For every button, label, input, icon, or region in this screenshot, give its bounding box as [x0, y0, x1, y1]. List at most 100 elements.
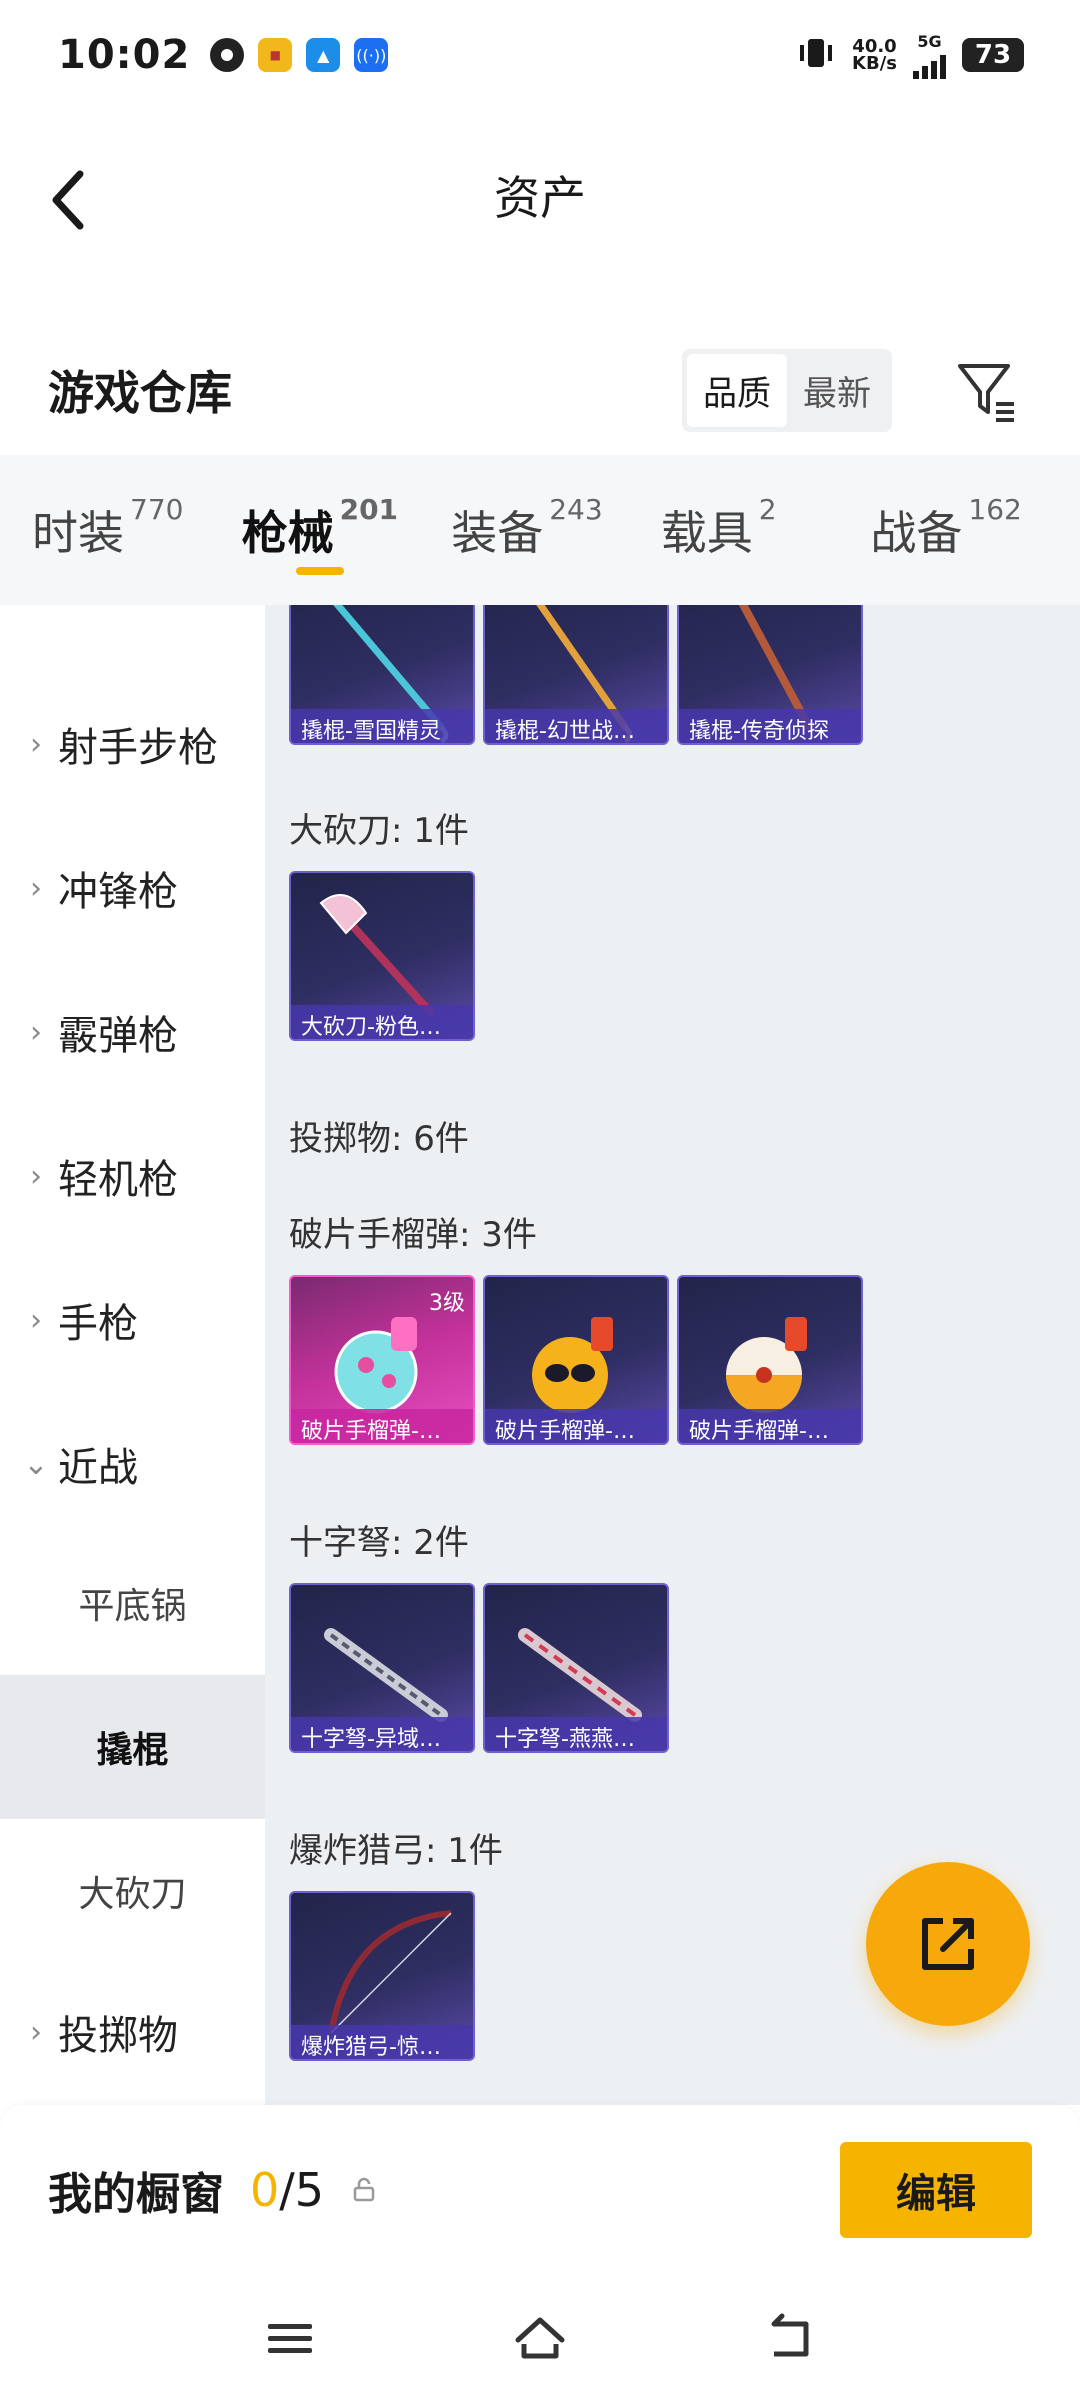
tab-label: 时装 — [32, 506, 124, 560]
tab-supplies[interactable]: 战备 162 — [870, 493, 1080, 563]
sidebar-item-lmg[interactable]: › 轻机枪 — [0, 1116, 265, 1236]
item-card-label: 撬棍-幻世战… — [485, 709, 667, 743]
sidebar-item-partial — [0, 605, 265, 665]
item-card-crossbow-1[interactable]: 十字弩-异域… — [289, 1583, 475, 1753]
cloud-notification-icon: ▲ — [306, 38, 341, 72]
battery-icon: 73 — [962, 38, 1024, 72]
category-tabs: 时装 770 枪械 201 装备 243 载具 2 战备 162 — [0, 455, 1080, 605]
lock-icon — [353, 2177, 375, 2202]
sort-newest-button[interactable]: 最新 — [787, 354, 887, 427]
chevron-right-icon: › — [30, 1302, 42, 1338]
tab-equipment[interactable]: 装备 243 — [451, 493, 661, 563]
item-card-grenade-3[interactable]: 破片手榴弹-… — [677, 1275, 863, 1445]
item-card-label: 爆炸猎弓-惊… — [291, 2025, 473, 2059]
app-notification-icon — [210, 38, 245, 72]
sidebar-subitem-machete[interactable]: 大砍刀 — [0, 1819, 265, 1963]
item-card-label: 破片手榴弹-… — [485, 1409, 667, 1443]
chevron-down-icon: ⌄ — [23, 1446, 49, 1482]
item-card-label: 破片手榴弹-… — [679, 1409, 861, 1443]
group-title-crossbow: 十字弩: 2件 — [289, 1523, 469, 1563]
tab-count: 162 — [968, 493, 1022, 526]
sidebar-item-label: 投掷物 — [58, 2013, 178, 2059]
showcase-current: 0 — [250, 2163, 280, 2217]
share-button[interactable] — [866, 1862, 1030, 2026]
chevron-right-icon: › — [30, 1014, 42, 1050]
group-title-frag-grenade: 破片手榴弹: 3件 — [289, 1215, 537, 1255]
item-card-machete-pink[interactable]: 大砍刀-粉色… — [289, 871, 475, 1041]
sidebar-item-label: 射手步枪 — [58, 725, 218, 771]
chevron-right-icon: › — [30, 726, 42, 762]
sort-quality-button[interactable]: 品质 — [687, 353, 787, 427]
showcase-count: 0/5 — [250, 2163, 324, 2217]
filter-icon[interactable] — [950, 354, 1022, 426]
sidebar-item-pistol[interactable]: › 手枪 — [0, 1260, 265, 1380]
sidebar-item-throwables[interactable]: › 投掷物 — [0, 1972, 265, 2092]
tab-firearms[interactable]: 枪械 201 — [241, 493, 452, 575]
item-level-badge: 3级 — [429, 1291, 465, 1316]
item-card-crowbar-fantasy[interactable]: 撬棍-幻世战… — [483, 605, 669, 745]
vibrate-icon — [796, 35, 836, 75]
warehouse-title: 游戏仓库 — [48, 366, 232, 420]
status-time: 10:02 — [58, 32, 191, 78]
showcase-total: /5 — [279, 2163, 325, 2217]
sidebar-item-label: 霰弹枪 — [58, 1013, 178, 1059]
sort-segment: 品质 最新 — [682, 348, 892, 432]
game-notification-icon: ■ — [258, 38, 293, 72]
share-icon — [922, 1918, 974, 1970]
chevron-right-icon: › — [30, 2014, 42, 2050]
network-type: 5G — [917, 31, 942, 51]
edit-button[interactable]: 编辑 — [840, 2142, 1032, 2238]
category-sidebar: › 射手步枪 › 冲锋枪 › 霰弹枪 › 轻机枪 › 手枪 ⌄ 近战 平底锅 撬… — [0, 605, 265, 2105]
back-icon[interactable] — [40, 160, 100, 240]
tab-label: 装备 — [451, 506, 544, 560]
item-card-label: 十字弩-异域… — [291, 1717, 473, 1751]
chevron-right-icon: › — [30, 1158, 42, 1194]
tab-count: 770 — [130, 493, 184, 526]
item-card-label: 大砍刀-粉色… — [291, 1005, 473, 1039]
sidebar-item-shotgun[interactable]: › 霰弹枪 — [0, 972, 265, 1092]
sidebar-item-smg[interactable]: › 冲锋枪 — [0, 828, 265, 948]
sidebar-item-label: 手枪 — [58, 1301, 138, 1347]
item-card-crowbar-snow[interactable]: 撬棍-雪国精灵 — [289, 605, 475, 745]
tab-vehicles[interactable]: 载具 2 — [661, 493, 871, 563]
sidebar-item-label: 轻机枪 — [58, 1157, 178, 1203]
menu-icon[interactable] — [260, 2308, 320, 2368]
page-title: 资产 — [494, 171, 586, 225]
item-card-crowbar-detective[interactable]: 撬棍-传奇侦探 — [677, 605, 863, 745]
sidebar-subitem-crowbar[interactable]: 撬棍 — [0, 1675, 265, 1819]
item-card-crossbow-2[interactable]: 十字弩-燕燕… — [483, 1583, 669, 1753]
net-speed: 40.0 KB/s — [852, 38, 897, 74]
sidebar-item-label: 冲锋枪 — [58, 869, 178, 915]
tab-label: 战备 — [870, 506, 963, 560]
sidebar-item-label: 近战 — [58, 1445, 138, 1491]
signal-icon — [913, 51, 946, 79]
tab-label: 枪械 — [241, 506, 334, 560]
item-card-label: 撬棍-传奇侦探 — [679, 709, 861, 743]
sidebar-subitem-pan[interactable]: 平底锅 — [0, 1531, 265, 1675]
showcase-title: 我的橱窗 — [48, 2169, 224, 2220]
home-icon[interactable] — [510, 2308, 570, 2368]
network-indicator: 5G — [913, 32, 946, 79]
showcase-bar: 我的橱窗 0/5 编辑 — [0, 2105, 1080, 2275]
back-nav-icon[interactable] — [760, 2308, 820, 2368]
page-header: 资产 — [0, 110, 1080, 280]
sidebar-item-marksman-rifle[interactable]: › 射手步枪 — [0, 684, 265, 804]
tab-fashion[interactable]: 时装 770 — [32, 493, 242, 563]
item-card-explosive-bow[interactable]: 爆炸猎弓-惊… — [289, 1891, 475, 2061]
item-card-grenade-2[interactable]: 破片手榴弹-… — [483, 1275, 669, 1445]
net-speed-unit: KB/s — [852, 53, 897, 74]
tab-count: 201 — [339, 493, 399, 526]
item-card-label: 撬棍-雪国精灵 — [291, 709, 473, 743]
broadcast-notification-icon: ((·)) — [354, 38, 389, 72]
item-card-label: 破片手榴弹-… — [291, 1409, 473, 1443]
item-card-grenade-1[interactable]: 3级 破片手榴弹-… — [289, 1275, 475, 1445]
sidebar-item-melee[interactable]: ⌄ 近战 — [0, 1404, 265, 1524]
system-nav-bar — [0, 2275, 1080, 2400]
status-bar: 10:02 ■ ▲ ((·)) 40.0 KB/s 5G 73 — [0, 0, 1080, 110]
chevron-right-icon: › — [30, 870, 42, 906]
warehouse-header: 游戏仓库 品质 最新 — [0, 330, 1080, 450]
group-title-explosive-bow: 爆炸猎弓: 1件 — [289, 1831, 503, 1871]
item-card-label: 十字弩-燕燕… — [485, 1717, 667, 1751]
group-title-machete: 大砍刀: 1件 — [289, 811, 469, 851]
tab-count: 2 — [758, 493, 777, 526]
